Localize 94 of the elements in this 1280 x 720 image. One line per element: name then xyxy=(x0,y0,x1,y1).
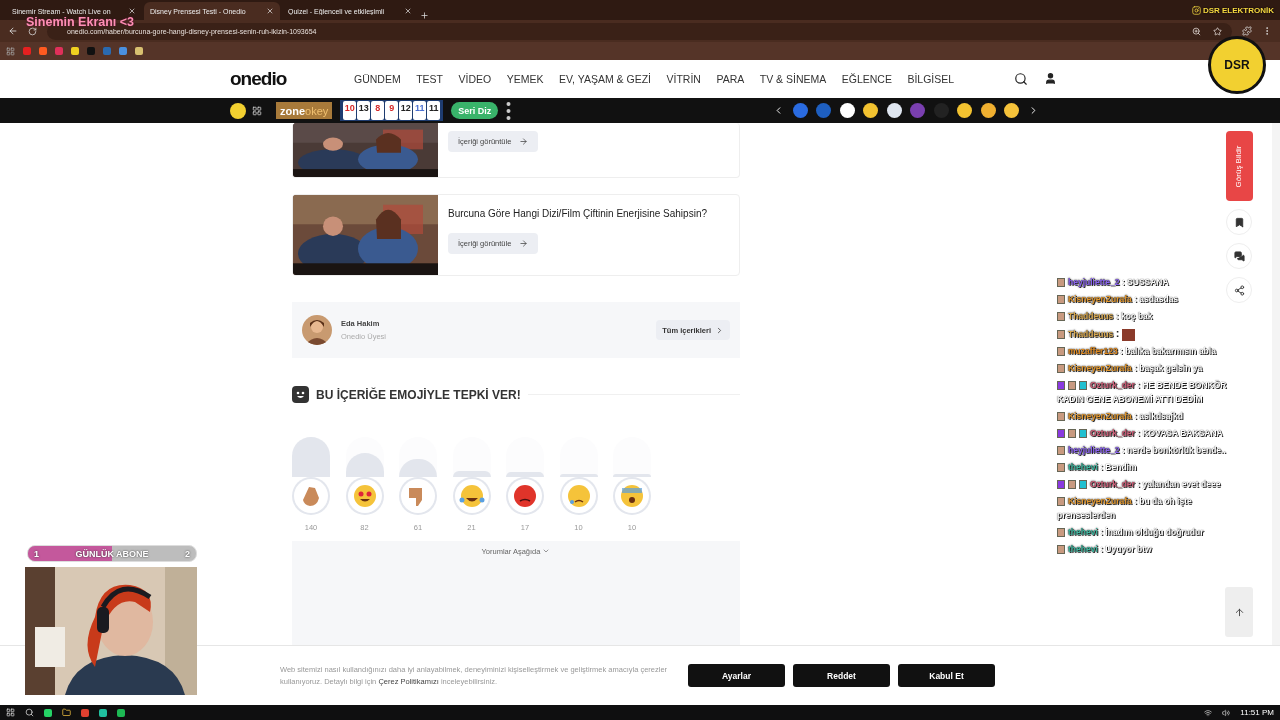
nav-link[interactable]: VİDEO xyxy=(458,73,492,85)
apps-icon[interactable] xyxy=(6,46,15,56)
chat-message: Ozturk_der : HE BENDE BONKÖR KADIN GENE ABONEMİ ATTI DEDİM xyxy=(1057,379,1228,406)
nav-link[interactable]: TV & SİNEMA xyxy=(759,73,827,85)
nav-link[interactable]: YEMEK xyxy=(506,73,544,85)
close-icon[interactable] xyxy=(128,7,136,15)
category-icon[interactable] xyxy=(1004,103,1020,118)
love-emoji-icon[interactable] xyxy=(345,477,384,515)
music-icon[interactable] xyxy=(117,708,125,717)
close-icon[interactable] xyxy=(266,7,274,15)
nav-link[interactable]: BİLGİSEL xyxy=(907,73,955,85)
section-heading: BU İÇERİĞE EMOJİYLE TEPKİ VER! xyxy=(316,387,521,402)
arrow-right-icon xyxy=(519,239,529,248)
browser-icon[interactable] xyxy=(81,708,89,717)
clap-emoji-icon[interactable] xyxy=(292,477,330,515)
chat-message: thehevi : İnadım olduğu doğrudur xyxy=(1057,525,1242,539)
goal-current: 1 xyxy=(34,548,39,559)
nav-link[interactable]: EV, YAŞAM & GEZİ xyxy=(558,73,651,85)
nav-link[interactable]: PARA xyxy=(716,73,745,85)
new-tab-icon[interactable] xyxy=(420,11,429,20)
feedback-button[interactable]: Görüş Bildir xyxy=(1225,131,1253,201)
smile-icon xyxy=(292,386,309,403)
instagram-icon xyxy=(1191,6,1201,15)
dots-icon[interactable] xyxy=(506,100,512,121)
bookmark-button[interactable] xyxy=(1226,209,1252,235)
zoom-icon[interactable] xyxy=(1192,26,1201,36)
chat-message: thehevi : Bendim xyxy=(1057,460,1242,474)
chat-message: thehevi : Uyuyor btw xyxy=(1057,542,1242,556)
chat-message: KisneyenZurafa : başak gelsin ya xyxy=(1057,361,1242,375)
okey-tile: 10 xyxy=(343,101,357,120)
scrollbar[interactable] xyxy=(1272,123,1280,645)
share-icon xyxy=(1233,284,1245,296)
chat-message: Thaddeuus : xyxy=(1057,326,1242,341)
arrow-up-icon xyxy=(1233,606,1245,618)
okey-tile: 11 xyxy=(413,101,427,120)
chevron-right-icon xyxy=(715,325,724,335)
sponsor-label: DSR ELEKTRONİK xyxy=(1191,6,1274,15)
angry-emoji-icon[interactable] xyxy=(506,477,544,515)
search-icon[interactable] xyxy=(1014,72,1029,86)
card-title[interactable]: Burcuna Göre Hangi Dizi/Film Çiftinin Enerjisine Sahipsin? xyxy=(448,208,707,219)
volume-icon[interactable] xyxy=(1222,708,1231,717)
cookie-button[interactable]: Reddet xyxy=(793,664,890,687)
clock[interactable]: 11:51 PM xyxy=(1240,708,1274,717)
category-icon[interactable] xyxy=(839,103,855,118)
nav-link[interactable]: TEST xyxy=(416,73,443,85)
search-icon[interactable] xyxy=(25,708,34,717)
ad-logo[interactable]: zoneokey xyxy=(276,102,333,119)
chat-message: muzaffer123 : balıka bakarmısın abla xyxy=(1057,344,1242,358)
okey-tile: 9 xyxy=(385,101,399,120)
category-icon[interactable] xyxy=(980,103,996,118)
chat-message: KisneyenZurafa : asdasdas xyxy=(1057,292,1242,306)
category-icon[interactable] xyxy=(863,103,879,118)
extensions-icon[interactable] xyxy=(1242,26,1252,36)
close-icon[interactable] xyxy=(404,7,412,15)
start-icon[interactable] xyxy=(6,708,15,717)
okey-tile: 13 xyxy=(357,101,371,120)
okey-tile: 8 xyxy=(371,101,385,120)
comments-button[interactable] xyxy=(1226,243,1252,269)
laugh-emoji-icon[interactable] xyxy=(452,477,491,515)
grid-icon[interactable] xyxy=(252,105,262,116)
folder-icon[interactable] xyxy=(62,708,71,717)
category-icon[interactable] xyxy=(957,103,973,118)
dislike-emoji-icon[interactable] xyxy=(399,477,437,515)
app-icon[interactable] xyxy=(99,708,107,717)
coin-icon[interactable] xyxy=(230,102,246,119)
chevron-down-icon xyxy=(542,547,551,555)
cookie-button[interactable]: Ayarlar xyxy=(688,664,785,687)
chat-message: Ozturk_der : KOVASA BAKSANA xyxy=(1057,426,1242,440)
nav-link[interactable]: VİTRİN xyxy=(666,73,701,85)
chat-message: heyjuliette_2 : SUSSANA xyxy=(1057,275,1242,289)
share-button[interactable] xyxy=(1226,277,1252,303)
site-logo[interactable]: onedio xyxy=(230,68,354,90)
app-icon[interactable] xyxy=(44,708,52,717)
chat-message: KisneyenZurafa : bu da oh işte prenseslerden xyxy=(1057,495,1194,522)
bookmark-icon xyxy=(1233,216,1245,228)
goal-target: 2 xyxy=(184,548,190,559)
nav-link[interactable]: EĞLENCE xyxy=(841,73,892,85)
chat-message: Thaddeuus : koç bak xyxy=(1057,309,1242,323)
back-icon[interactable] xyxy=(8,26,18,36)
arrow-right-icon xyxy=(519,137,529,146)
user-icon[interactable] xyxy=(1044,72,1058,85)
okey-tile: 12 xyxy=(399,101,413,120)
wifi-icon[interactable] xyxy=(1204,708,1213,717)
scared-emoji-icon[interactable] xyxy=(613,477,651,515)
chat-message: heyjuliette_2 : nerde bonkörlük bende.. xyxy=(1057,443,1242,457)
nav-link[interactable]: GÜNDEM xyxy=(354,73,401,85)
chat-message: Ozturk_der : yalandan evet deee xyxy=(1057,477,1242,491)
okey-tile: 11 xyxy=(427,101,441,120)
star-icon[interactable] xyxy=(1213,26,1222,36)
category-icon[interactable] xyxy=(886,103,902,118)
chat-message: KisneyenZurafa : aslkdsajkd xyxy=(1057,409,1242,423)
cookie-button[interactable]: Kabul Et xyxy=(898,664,995,687)
chat-bubbles-icon xyxy=(1233,250,1245,262)
reload-icon[interactable] xyxy=(28,26,37,36)
